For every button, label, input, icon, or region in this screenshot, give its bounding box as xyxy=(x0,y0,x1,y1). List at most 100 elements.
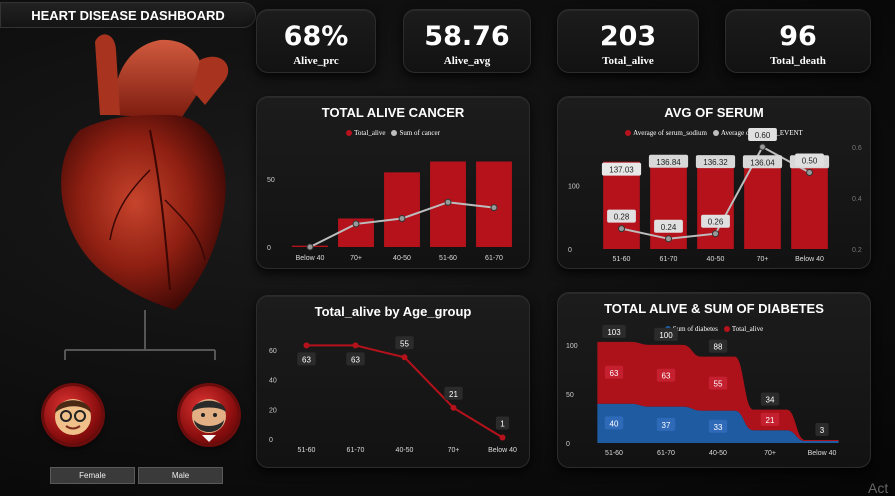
y-tick-label: 0 xyxy=(269,437,273,444)
bar-data-label: 136.04 xyxy=(750,158,775,167)
total-data-label: 3 xyxy=(820,426,825,435)
y-tick-label: 40 xyxy=(269,378,277,385)
x-tick-label: 70+ xyxy=(350,255,362,262)
y-tick-label: 100 xyxy=(568,183,580,190)
male-face-icon xyxy=(192,399,226,442)
alive-data-label: 63 xyxy=(610,369,619,378)
line-point xyxy=(618,225,625,233)
line-point xyxy=(499,434,506,441)
y2-tick-label: 0.4 xyxy=(852,196,862,203)
kpi-value: 203 xyxy=(599,21,657,52)
cancer-chart-svg: 0 50 Below 40 70+ 40-50 51-60 61-70 xyxy=(267,161,512,262)
x-tick-label: 51-60 xyxy=(613,256,631,263)
line-point xyxy=(806,169,813,176)
x-tick-label: Below 40 xyxy=(808,450,837,457)
diabetes-data-label: 37 xyxy=(662,421,671,430)
kpi-label: Total_alive xyxy=(602,55,654,67)
cancer-chart-panel: TOTAL ALIVE CANCER Total_alive Sum of ca… xyxy=(256,96,530,269)
point-data-label: 21 xyxy=(449,390,458,399)
x-tick-label: 61-70 xyxy=(485,255,503,262)
line-point xyxy=(759,143,766,151)
bar xyxy=(744,162,781,249)
line-data-label: 0.60 xyxy=(755,131,771,140)
line-point xyxy=(303,342,310,349)
total-data-label: 88 xyxy=(714,343,723,352)
point-data-label: 63 xyxy=(351,355,360,364)
bar-data-label: 136.32 xyxy=(703,158,728,167)
total-data-label: 103 xyxy=(607,328,621,337)
x-tick-label: 61-70 xyxy=(657,450,675,457)
line-point xyxy=(444,198,452,206)
x-tick-label: 70+ xyxy=(764,450,776,457)
y-tick-label: 50 xyxy=(267,177,275,184)
y-tick-label: 60 xyxy=(269,348,277,355)
alive-data-label: 55 xyxy=(714,380,723,389)
x-tick-label: 70+ xyxy=(757,256,769,263)
point-data-label: 1 xyxy=(500,420,505,429)
diabetes-data-label: 33 xyxy=(714,423,723,432)
line-data-label: 0.26 xyxy=(708,218,724,227)
y2-tick-label: 0.2 xyxy=(852,247,862,254)
heart-aorta-shape xyxy=(114,39,203,120)
point-data-label: 63 xyxy=(302,355,311,364)
line-point xyxy=(450,404,457,411)
x-tick-label: 61-70 xyxy=(660,256,678,263)
x-tick-label: 51-60 xyxy=(605,450,623,457)
x-tick-label: 70+ xyxy=(448,447,460,454)
diabetes-data-label: 40 xyxy=(610,419,619,428)
age-chart-panel: Total_alive by Age_group 0 20 40 60 51-60 63 6… xyxy=(256,295,530,468)
line-point xyxy=(398,215,406,222)
line-point xyxy=(401,354,408,361)
heart-illustration xyxy=(61,34,229,360)
female-filter-button[interactable]: Female xyxy=(50,467,135,484)
kpi-value: 96 xyxy=(779,21,817,52)
x-tick-label: 40-50 xyxy=(709,450,727,457)
kpi-total-alive: 203 Total_alive xyxy=(557,9,699,73)
alive-data-label: 21 xyxy=(766,416,775,425)
y-tick-label: 20 xyxy=(269,407,277,414)
heart-body-shape xyxy=(61,115,226,310)
total-data-label: 100 xyxy=(659,331,673,340)
y2-tick-label: 0.6 xyxy=(852,145,862,152)
kpi-label: Total_death xyxy=(770,55,826,67)
male-avatar[interactable] xyxy=(180,386,238,444)
diabetes-chart-svg: 0 50 100 51-60 40 63 103 61-70 37 63 100 40-50 33 55 8… xyxy=(566,324,839,457)
line-point xyxy=(306,243,314,251)
x-tick-label: Below 40 xyxy=(296,255,325,262)
kpi-label: Alive_prc xyxy=(293,55,339,67)
serum-chart-svg: 0 100 0.2 0.4 0.6 51-60 61-70 40-50 70+ Below 40 1… xyxy=(568,128,862,263)
line-point xyxy=(490,204,498,212)
bar-data-label: 137.03 xyxy=(609,166,634,175)
kpi-value: 68% xyxy=(283,21,349,52)
y-tick-label: 100 xyxy=(566,343,578,350)
y-tick-label: 0 xyxy=(568,247,572,254)
female-avatar[interactable] xyxy=(44,386,102,444)
x-tick-label: 51-60 xyxy=(298,447,316,454)
x-tick-label: Below 40 xyxy=(795,256,824,263)
line-point xyxy=(352,342,359,349)
female-face-icon xyxy=(55,399,91,435)
bar xyxy=(384,172,420,247)
serum-chart-panel: AVG OF SERUM Average of serum_sodium Ave… xyxy=(557,96,871,269)
kpi-total-death: 96 Total_death xyxy=(725,9,871,73)
y-tick-label: 0 xyxy=(267,245,271,252)
alive-data-label: 63 xyxy=(662,372,671,381)
x-tick-label: 61-70 xyxy=(347,447,365,454)
line-data-label: 0.28 xyxy=(614,213,630,222)
x-tick-label: 40-50 xyxy=(707,256,725,263)
y-tick-label: 0 xyxy=(566,441,570,448)
x-tick-label: 40-50 xyxy=(393,255,411,262)
heart-vessel-left xyxy=(95,34,120,115)
kpi-value: 58.76 xyxy=(424,21,510,52)
male-filter-label: Male xyxy=(171,471,190,480)
male-filter-button[interactable]: Male xyxy=(138,467,223,484)
line-point xyxy=(712,230,719,238)
line-point xyxy=(665,235,672,243)
x-tick-label: 51-60 xyxy=(439,255,457,262)
diabetes-chart-panel: TOTAL ALIVE & SUM OF DIABETES Sum of dia… xyxy=(557,292,871,468)
line-data-label: 0.24 xyxy=(661,223,677,232)
kpi-label: Alive_avg xyxy=(443,55,491,67)
kpi-alive-prc: 68% Alive_prc xyxy=(256,9,376,73)
age-chart-svg: 0 20 40 60 51-60 63 61-70 63 40-50 55 70+ 21 Below 4… xyxy=(269,336,517,454)
line-data-label: 0.50 xyxy=(802,157,818,166)
